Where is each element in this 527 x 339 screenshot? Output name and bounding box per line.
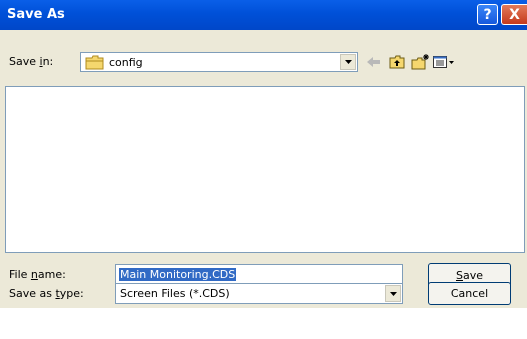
close-icon: X (509, 6, 520, 23)
cancel-button[interactable]: Cancel (428, 282, 511, 305)
file-list-area[interactable] (5, 86, 525, 253)
file-name-label: File name: (9, 268, 66, 281)
file-name-input[interactable]: Main Monitoring.CDS (115, 264, 403, 285)
save-as-type-label: Save as type: (9, 287, 84, 300)
back-button[interactable] (365, 53, 383, 71)
chevron-down-icon (389, 291, 397, 296)
new-folder-button[interactable] (411, 53, 429, 71)
help-icon: ? (483, 6, 492, 23)
chevron-down-icon (344, 60, 352, 64)
help-button[interactable]: ? (477, 4, 498, 25)
close-button[interactable]: X (501, 4, 527, 25)
window-title: Save As (7, 7, 65, 22)
title-bar[interactable]: Save As ? X (0, 0, 527, 30)
views-menu-button[interactable] (433, 53, 455, 71)
new-folder-icon (411, 54, 429, 70)
folder-icon (85, 55, 105, 73)
save-as-dialog: Save As ? X Save in: config File name: M… (0, 0, 527, 308)
up-one-level-button[interactable] (388, 53, 406, 71)
back-arrow-icon (367, 57, 380, 67)
save-as-type-dropdown-button[interactable] (385, 285, 401, 302)
up-one-level-icon (389, 55, 405, 69)
save-in-dropdown-button[interactable] (340, 54, 356, 70)
views-menu-icon (433, 56, 454, 68)
file-name-value: Main Monitoring.CDS (119, 268, 237, 281)
save-in-label: Save in: (9, 55, 54, 68)
save-in-value: config (109, 56, 143, 69)
save-as-type-combo[interactable]: Screen Files (*.CDS) (115, 283, 403, 304)
save-in-combo[interactable]: config (80, 52, 358, 72)
save-as-type-value: Screen Files (*.CDS) (120, 287, 230, 300)
